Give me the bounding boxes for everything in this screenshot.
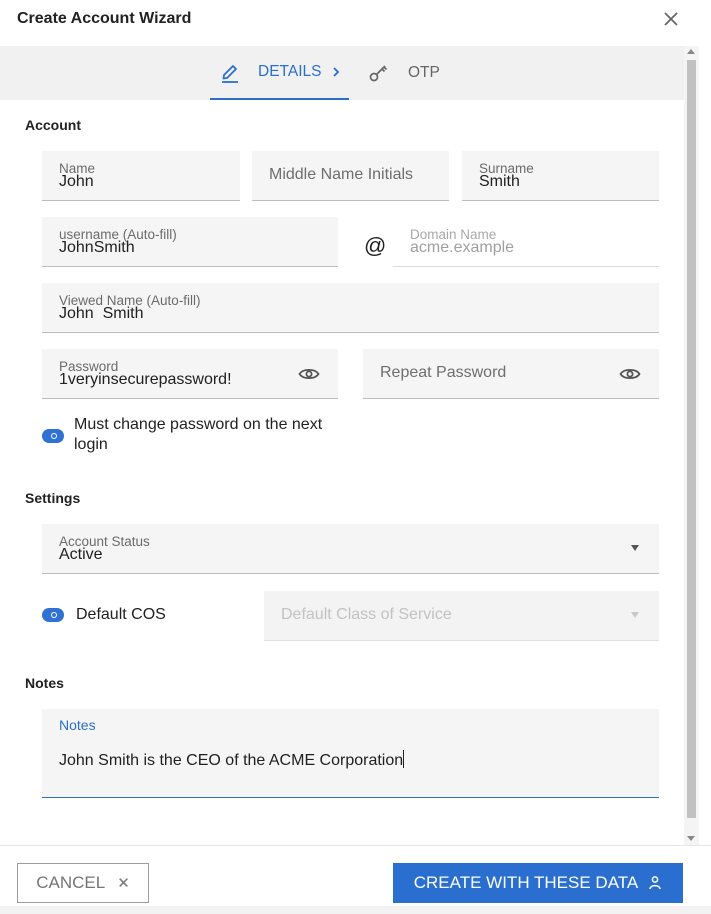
tab-details-label: DETAILS <box>258 63 322 80</box>
default-cos-label: Default COS <box>76 606 166 623</box>
pencil-icon <box>222 65 238 83</box>
at-symbol: @ <box>364 233 387 258</box>
dropdown-arrow-icon <box>631 612 639 618</box>
dialog-footer: CANCEL ✕ CREATE WITH THESE DATA <box>0 845 711 914</box>
title-bar: Create Account Wizard <box>0 0 711 46</box>
middle-name-initials-placeholder: Middle Name Initials <box>269 166 414 183</box>
name-field[interactable]: Name John <box>42 151 240 201</box>
tab-otp[interactable]: OTP <box>368 46 458 100</box>
notes-section-title: Notes <box>25 675 64 691</box>
person-add-icon <box>649 876 661 890</box>
show-repeat-password-eye-icon[interactable] <box>619 365 641 383</box>
default-class-of-service-placeholder: Default Class of Service <box>281 606 452 623</box>
chevron-right-icon <box>333 67 340 77</box>
create-button-label: CREATE WITH THESE DATA <box>413 873 639 892</box>
surname-field[interactable]: Surname Smith <box>462 151 659 201</box>
default-cos-toggle[interactable] <box>42 608 64 622</box>
username-value: JohnSmith <box>59 239 135 256</box>
middle-name-initials-field[interactable]: Middle Name Initials <box>252 151 449 201</box>
dropdown-arrow-icon <box>631 545 639 551</box>
password-value: 1veryinsecurepassword! <box>59 371 232 388</box>
notes-text: John Smith is the CEO of the ACME Corpor… <box>59 752 404 769</box>
cancel-button[interactable]: CANCEL ✕ <box>17 863 149 903</box>
scrollbar-thumb[interactable] <box>687 60 696 818</box>
settings-section-title: Settings <box>25 490 81 506</box>
notes-textarea[interactable]: Notes John Smith is the CEO of the ACME … <box>42 709 659 798</box>
show-password-eye-icon[interactable] <box>298 365 320 383</box>
repeat-password-field[interactable]: Repeat Password <box>363 349 659 399</box>
key-icon <box>369 65 388 82</box>
create-with-these-data-button[interactable]: CREATE WITH THESE DATA <box>393 863 683 903</box>
tab-otp-label: OTP <box>408 64 440 81</box>
close-icon <box>664 12 678 26</box>
must-change-password-label-line1: Must change password on the next <box>74 416 323 433</box>
tab-details[interactable]: DETAILS <box>210 46 349 100</box>
domain-name-value: acme.example <box>410 239 515 256</box>
surname-value: Smith <box>479 173 520 190</box>
scroll-down-arrow-icon[interactable] <box>687 836 695 841</box>
account-section-title: Account <box>25 117 81 133</box>
viewed-name-field[interactable]: Viewed Name (Auto-fill) John Smith <box>42 283 659 333</box>
close-icon: ✕ <box>117 875 130 892</box>
notes-label: Notes <box>59 717 96 733</box>
viewed-name-value: John Smith <box>59 305 144 322</box>
cancel-button-label: CANCEL <box>36 873 106 892</box>
scroll-up-arrow-icon[interactable] <box>687 49 695 54</box>
account-status-select[interactable]: Account Status Active <box>42 524 659 574</box>
bottom-strip <box>0 906 711 914</box>
password-field[interactable]: Password 1veryinsecurepassword! <box>42 349 338 399</box>
username-field[interactable]: username (Auto-fill) JohnSmith <box>42 217 338 267</box>
repeat-password-placeholder: Repeat Password <box>380 364 507 381</box>
must-change-password-toggle[interactable] <box>42 429 64 443</box>
account-status-value: Active <box>59 546 103 563</box>
domain-name-field: Domain Name acme.example <box>393 217 659 267</box>
wizard-tabs: DETAILS OTP <box>0 46 684 100</box>
scrollbar[interactable] <box>684 46 699 845</box>
text-cursor <box>403 750 405 768</box>
close-button[interactable] <box>660 8 682 30</box>
must-change-password-label-line2: login <box>74 436 108 453</box>
notes-value: John Smith is the CEO of the ACME Corpor… <box>59 750 405 770</box>
name-value: John <box>59 173 94 190</box>
dialog-title: Create Account Wizard <box>17 10 192 27</box>
must-change-password-label: Must change password on the next login <box>74 415 322 455</box>
default-class-of-service-select: Default Class of Service <box>264 591 659 641</box>
